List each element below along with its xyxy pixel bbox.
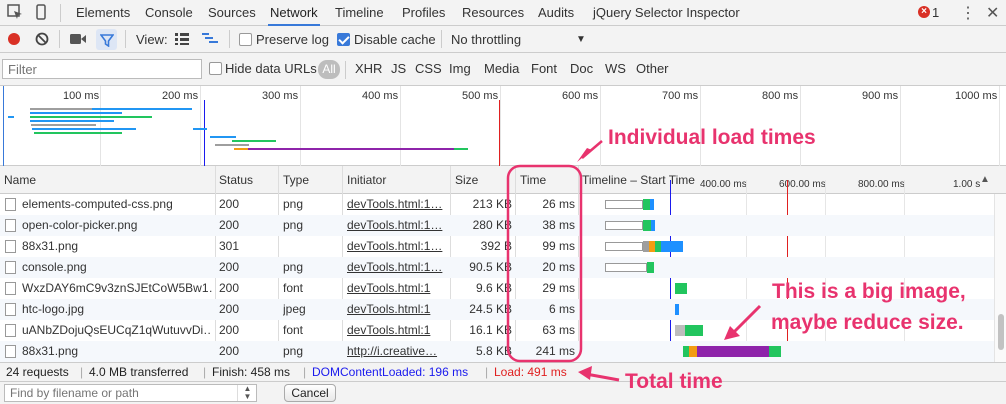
annotation-individual-load-times: Individual load times [608, 126, 816, 149]
annotation-overlay [506, 140, 762, 382]
annotation-total-time: Total time [625, 370, 723, 393]
annotation-big-image-line1: This is a big image, [772, 280, 966, 303]
annotation-big-image-line2: maybe reduce size. [771, 311, 964, 334]
